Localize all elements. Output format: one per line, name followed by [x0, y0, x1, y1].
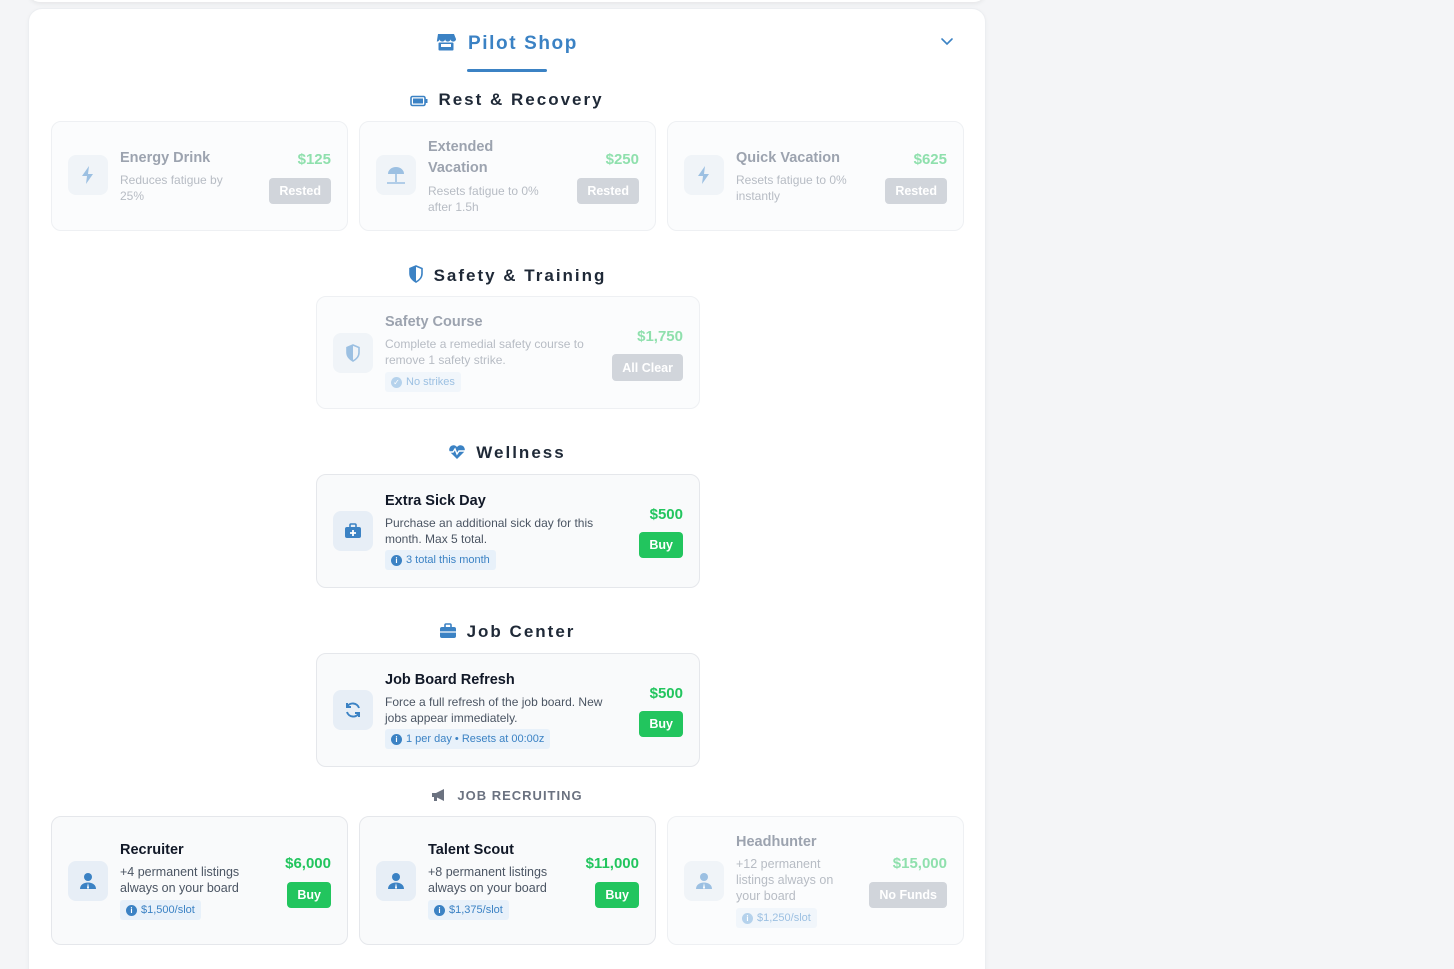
rested-button[interactable]: Rested [577, 178, 639, 204]
shield-icon [333, 333, 373, 373]
bolt-icon [68, 155, 108, 195]
check-circle-icon: ✓ [391, 376, 402, 388]
info-badge: i $1,500/slot [120, 900, 201, 920]
buy-button[interactable]: Buy [287, 882, 331, 908]
shield-icon [408, 265, 424, 288]
buy-button[interactable]: Buy [639, 711, 683, 737]
item-name: Headhunter [736, 834, 817, 850]
previous-panel-edge [28, 0, 986, 2]
shop-header: Pilot Shop [29, 33, 985, 57]
section-wellness: Wellness [29, 443, 985, 465]
chevron-down-icon[interactable] [939, 33, 955, 49]
section-title: JOB RECRUITING [457, 788, 583, 803]
item-description: Resets fatigue to 0% instantly [736, 173, 847, 203]
item-name: Recruiter [120, 842, 184, 858]
item-description: Force a full refresh of the job board. N… [385, 695, 603, 725]
info-badge: i1 per day • Resets at 00:00z [385, 729, 551, 749]
shop-item-job-board-refresh: Job Board Refresh Force a full refresh o… [316, 653, 700, 767]
item-description: Purchase an additional sick day for this… [385, 516, 594, 546]
heart-pulse-icon [448, 444, 466, 465]
item-price: $250 [605, 151, 639, 168]
shop-item-headhunter: Headhunter +12 permanent listings always… [667, 816, 964, 945]
medical-kit-icon [333, 511, 373, 551]
shop-item-extended-vacation: Extended Vacation Resets fatigue to 0% a… [359, 121, 656, 231]
info-icon: i [742, 912, 753, 924]
item-description: +4 permanent listings always on your boa… [120, 865, 240, 895]
info-badge: i $1,375/slot [428, 900, 509, 920]
item-name: Talent Scout [428, 842, 514, 858]
info-icon: i [126, 904, 137, 916]
section-job-recruiting: JOB RECRUITING [29, 788, 985, 805]
section-title: Rest & Recovery [438, 90, 604, 109]
section-safety-training: Safety & Training [29, 265, 985, 288]
item-description: +8 permanent listings always on your boa… [428, 865, 548, 895]
briefcase-icon [439, 623, 457, 644]
shop-item-talent-scout: Talent Scout +8 permanent listings alway… [359, 816, 656, 945]
item-price: $625 [913, 151, 947, 168]
item-price: $15,000 [892, 855, 947, 872]
no-funds-button[interactable]: No Funds [869, 882, 947, 908]
shop-item-recruiter: Recruiter +4 permanent listings always o… [51, 816, 348, 945]
status-badge: ✓ No strikes [385, 372, 461, 392]
pilot-shop-panel: Pilot Shop Rest & Recovery Energy Drink … [28, 8, 986, 969]
item-description: Reduces fatigue by 25% [120, 173, 223, 203]
megaphone-icon [431, 788, 447, 805]
info-icon: i [391, 554, 402, 566]
bolt-icon [684, 155, 724, 195]
item-name: Job Board Refresh [385, 672, 515, 688]
item-price: $500 [649, 506, 683, 523]
shop-item-extra-sick-day: Extra Sick Day Purchase an additional si… [316, 474, 700, 588]
section-title: Safety & Training [433, 266, 607, 285]
all-clear-button[interactable]: All Clear [612, 354, 683, 381]
section-title: Wellness [476, 443, 566, 462]
umbrella-beach-icon [376, 155, 416, 195]
title-underline [467, 69, 547, 72]
info-badge: i $1,250/slot [736, 908, 817, 928]
user-tie-icon [376, 861, 416, 901]
item-description: +12 permanent listings always on your bo… [736, 857, 834, 903]
item-name: Quick Vacation [736, 150, 840, 166]
item-price: $1,750 [637, 328, 683, 345]
shop-title: Pilot Shop [468, 33, 578, 54]
store-icon [436, 33, 457, 57]
item-name: Extended Vacation [428, 139, 494, 176]
item-price: $11,000 [585, 855, 639, 872]
info-badge: i3 total this month [385, 550, 496, 570]
item-description: Resets fatigue to 0% after 1.5h [428, 184, 539, 214]
shop-item-quick-vacation: Quick Vacation Resets fatigue to 0% inst… [667, 121, 964, 231]
rested-button[interactable]: Rested [885, 178, 947, 204]
item-name: Safety Course [385, 314, 483, 330]
item-name: Extra Sick Day [385, 493, 486, 509]
battery-icon [410, 92, 428, 112]
item-name: Energy Drink [120, 150, 211, 166]
item-price: $6,000 [285, 855, 331, 872]
user-tie-icon [684, 861, 724, 901]
refresh-icon [333, 690, 373, 730]
info-icon: i [391, 733, 402, 745]
section-title: Job Center [466, 622, 576, 641]
item-description: Complete a remedial safety course to rem… [385, 337, 584, 367]
user-tie-icon [68, 861, 108, 901]
rested-button[interactable]: Rested [269, 178, 331, 204]
buy-button[interactable]: Buy [595, 882, 639, 908]
section-job-center: Job Center [29, 622, 985, 644]
buy-button[interactable]: Buy [639, 532, 683, 558]
item-price: $500 [649, 685, 683, 702]
shop-item-safety-course: Safety Course Complete a remedial safety… [316, 296, 700, 409]
section-rest-recovery: Rest & Recovery [29, 90, 985, 112]
item-price: $125 [297, 151, 331, 168]
info-icon: i [434, 904, 445, 916]
shop-item-energy-drink: Energy Drink Reduces fatigue by 25% $125… [51, 121, 348, 231]
